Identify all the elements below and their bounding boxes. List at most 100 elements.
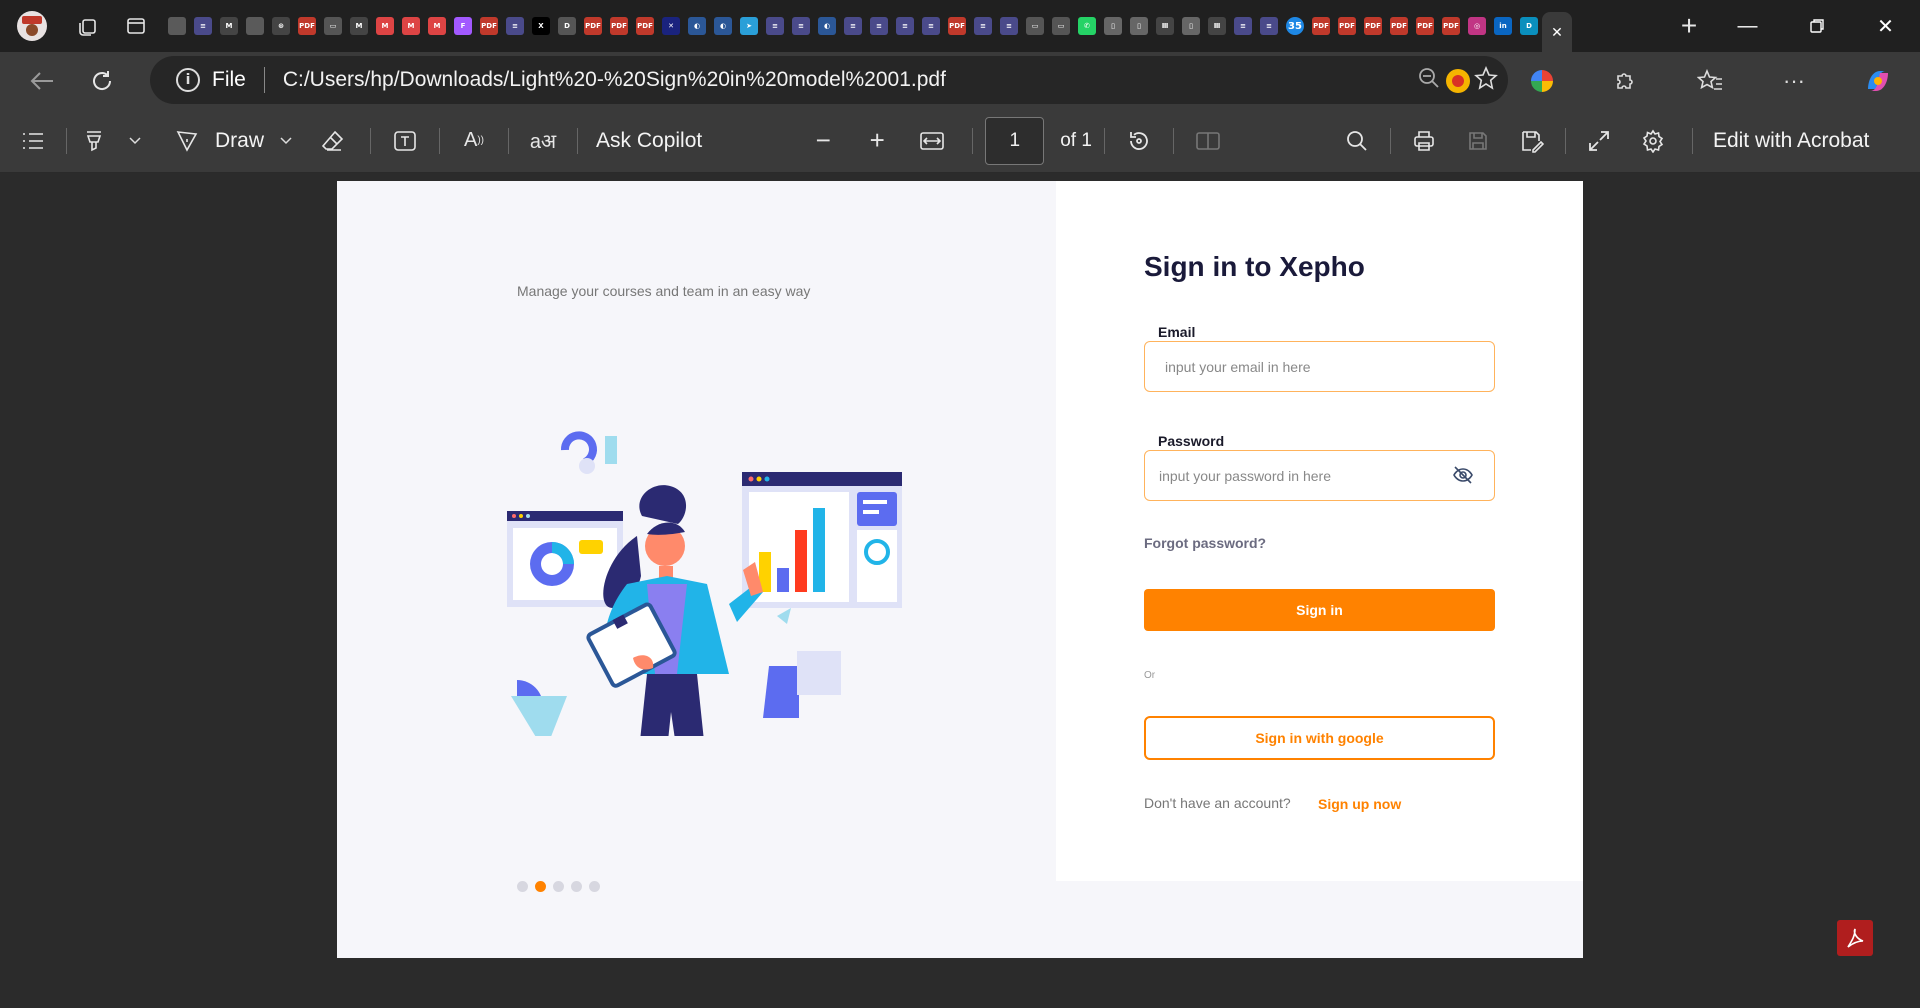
browser-tab[interactable]: ≡ xyxy=(762,9,788,43)
url-text[interactable]: C:/Users/hp/Downloads/Light%20-%20Sign%2… xyxy=(283,68,946,92)
browser-tab[interactable]: PDF xyxy=(294,9,320,43)
browser-tab[interactable]: ✆ xyxy=(1074,9,1100,43)
browser-tab[interactable]: PDF xyxy=(1438,9,1464,43)
browser-tab[interactable]: PDF xyxy=(944,9,970,43)
browser-tab[interactable]: M xyxy=(346,9,372,43)
new-tab-button[interactable]: + xyxy=(1665,0,1713,52)
favorites-icon[interactable] xyxy=(1668,68,1752,93)
browser-tab[interactable]: ▯ xyxy=(1126,9,1152,43)
browser-tab[interactable]: ✕ xyxy=(658,9,684,43)
draw-dropdown-icon[interactable] xyxy=(264,136,308,145)
highlight-icon[interactable] xyxy=(67,129,121,153)
browser-tab[interactable]: Ⅲ xyxy=(1152,9,1178,43)
browser-tab[interactable]: ≡ xyxy=(1230,9,1256,43)
browser-tab[interactable]: ▭ xyxy=(1048,9,1074,43)
email-field[interactable] xyxy=(1144,341,1495,392)
browser-tab[interactable]: ≡ xyxy=(788,9,814,43)
fit-width-icon[interactable] xyxy=(904,131,960,151)
carousel-dot[interactable] xyxy=(517,881,528,892)
hide-password-eye-icon[interactable] xyxy=(1452,465,1474,490)
read-aloud-icon[interactable]: A)) xyxy=(452,129,496,152)
forgot-password-link[interactable]: Forgot password? xyxy=(1144,535,1266,551)
browser-tab[interactable]: PDF xyxy=(1386,9,1412,43)
carousel-dot[interactable] xyxy=(535,881,546,892)
sign-in-button[interactable]: Sign in xyxy=(1144,589,1495,631)
carousel-dot[interactable] xyxy=(571,881,582,892)
browser-tab[interactable]: ≡ xyxy=(190,9,216,43)
extension-chrome-icon[interactable] xyxy=(1416,68,1500,94)
eraser-icon[interactable] xyxy=(308,129,358,153)
active-tab[interactable]: ✕ xyxy=(1542,12,1572,52)
browser-tab[interactable]: ≡ xyxy=(502,9,528,43)
carousel-dot[interactable] xyxy=(553,881,564,892)
browser-tab[interactable]: ◐ xyxy=(710,9,736,43)
back-icon[interactable] xyxy=(12,52,72,109)
more-menu-icon[interactable]: ··· xyxy=(1752,68,1836,94)
page-number-input[interactable]: 1 xyxy=(985,116,1045,165)
workspaces-icon[interactable] xyxy=(64,0,112,52)
text-box-icon[interactable] xyxy=(383,129,427,153)
settings-gear-icon[interactable] xyxy=(1626,129,1680,153)
restore-icon[interactable] xyxy=(1782,0,1851,52)
browser-tab[interactable]: PDF xyxy=(606,9,632,43)
carousel-dot[interactable] xyxy=(589,881,600,892)
print-icon[interactable] xyxy=(1397,129,1451,153)
acrobat-logo-icon[interactable] xyxy=(1837,920,1873,956)
browser-tab[interactable]: X xyxy=(528,9,554,43)
sign-up-link[interactable]: Sign up now xyxy=(1318,796,1401,812)
browser-tab[interactable] xyxy=(242,9,268,43)
browser-tab[interactable]: ≡ xyxy=(1256,9,1282,43)
omnibox[interactable]: i File C:/Users/hp/Downloads/Light%20-%2… xyxy=(150,56,1508,104)
browser-tab[interactable] xyxy=(164,9,190,43)
browser-tab[interactable]: F xyxy=(450,9,476,43)
minimize-icon[interactable]: — xyxy=(1713,0,1782,52)
browser-tab[interactable]: PDF xyxy=(1412,9,1438,43)
browser-tab[interactable]: ≡ xyxy=(892,9,918,43)
browser-tab[interactable]: ◎ xyxy=(1464,9,1490,43)
browser-tab[interactable]: ▯ xyxy=(1100,9,1126,43)
browser-tab[interactable]: D xyxy=(1516,9,1542,43)
browser-tab[interactable]: ▯ xyxy=(1178,9,1204,43)
draw-pen-icon[interactable] xyxy=(159,129,215,153)
refresh-icon[interactable] xyxy=(72,52,132,109)
edit-with-acrobat-button[interactable]: Edit with Acrobat xyxy=(1713,129,1869,153)
browser-tab[interactable]: M xyxy=(398,9,424,43)
browser-tab[interactable]: ◐ xyxy=(814,9,840,43)
save-as-icon[interactable] xyxy=(1505,129,1559,153)
browser-tab[interactable]: M xyxy=(216,9,242,43)
browser-tab[interactable]: ≡ xyxy=(840,9,866,43)
browser-tab[interactable]: M xyxy=(372,9,398,43)
extension-colorwheel-icon[interactable] xyxy=(1500,69,1584,93)
browser-tab[interactable]: PDF xyxy=(1360,9,1386,43)
browser-tab[interactable]: ≡ xyxy=(970,9,996,43)
profile-avatar[interactable] xyxy=(0,0,64,52)
browser-tab[interactable]: ≡ xyxy=(918,9,944,43)
search-icon[interactable] xyxy=(1330,129,1384,153)
fullscreen-icon[interactable] xyxy=(1572,130,1626,152)
sign-in-google-button[interactable]: Sign in with google xyxy=(1144,716,1495,760)
browser-tab[interactable]: ▭ xyxy=(320,9,346,43)
browser-tab[interactable]: ➤ xyxy=(736,9,762,43)
ask-copilot-button[interactable]: Ask Copilot xyxy=(596,129,702,153)
browser-tab[interactable]: PDF xyxy=(580,9,606,43)
close-window-icon[interactable]: ✕ xyxy=(1851,0,1920,52)
browser-tab[interactable]: ≡ xyxy=(866,9,892,43)
info-icon[interactable]: i xyxy=(176,68,200,92)
highlight-dropdown-icon[interactable] xyxy=(121,136,149,145)
browser-tab[interactable]: 35 xyxy=(1282,9,1308,43)
browser-tab[interactable]: PDF xyxy=(1334,9,1360,43)
zoom-in-icon[interactable]: + xyxy=(850,125,904,156)
browser-tab[interactable]: ◐ xyxy=(684,9,710,43)
rotate-icon[interactable] xyxy=(1117,129,1161,153)
password-input[interactable] xyxy=(1159,467,1439,484)
vertical-tabs-icon[interactable] xyxy=(112,0,160,52)
close-tab-icon[interactable]: ✕ xyxy=(1551,24,1563,41)
contents-list-icon[interactable] xyxy=(0,131,66,151)
email-input[interactable] xyxy=(1165,358,1445,375)
zoom-out-icon[interactable]: − xyxy=(796,125,850,156)
draw-label[interactable]: Draw xyxy=(215,129,264,153)
browser-tab[interactable]: ▭ xyxy=(1022,9,1048,43)
password-field[interactable] xyxy=(1144,450,1495,501)
browser-tab[interactable]: PDF xyxy=(476,9,502,43)
browser-tab[interactable]: PDF xyxy=(1308,9,1334,43)
